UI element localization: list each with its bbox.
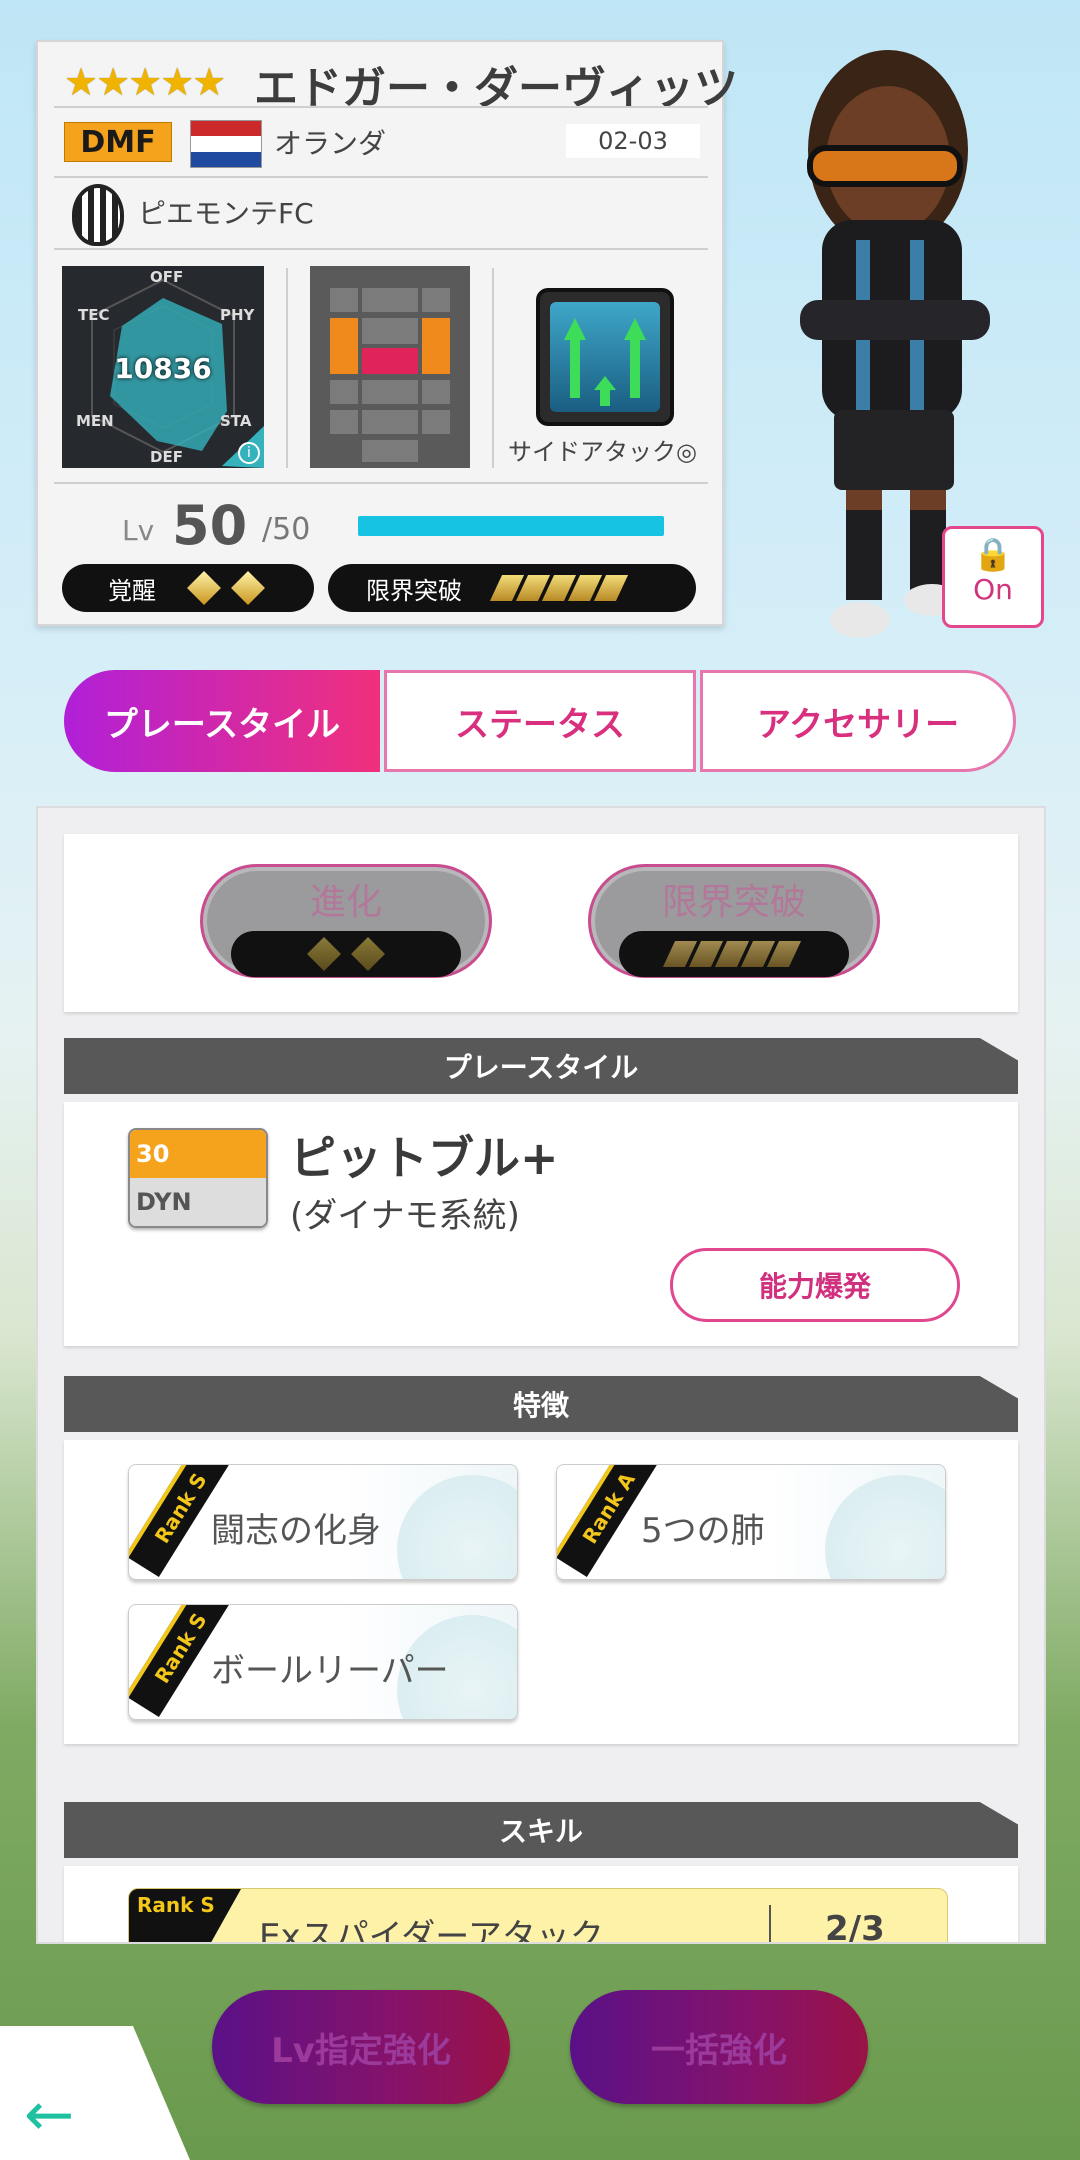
traits-section: Rank S 闘志の化身 Rank A 5つの肺 Rank S ボールリーパー — [64, 1440, 1018, 1744]
style-icon-level: 30 — [130, 1130, 266, 1178]
skill-value: 2/3 — [825, 1909, 885, 1944]
bulk-enhance-button[interactable]: 一括強化 — [570, 1990, 868, 2104]
lock-icon: 🔒 — [973, 535, 1013, 573]
skills-header: スキル — [64, 1802, 1018, 1858]
position-map — [310, 266, 470, 468]
soccer-ball-icon — [825, 1475, 945, 1579]
diamond-icon — [307, 937, 341, 971]
netherlands-flag-icon — [190, 120, 262, 168]
level-max: /50 — [262, 512, 311, 547]
radar-label-phy: PHY — [220, 306, 255, 324]
trait-name: ボールリーパー — [211, 1651, 449, 1691]
style-icon-type: DYN — [130, 1178, 266, 1226]
divider — [54, 248, 708, 250]
rank-badge: Rank S — [129, 1889, 241, 1942]
limit-break-indicator — [619, 931, 849, 977]
playstyle-name: ピットブル+ — [290, 1131, 559, 1185]
divider — [769, 1905, 771, 1942]
level-label: Lv — [122, 514, 155, 547]
evolution-button[interactable]: 進化 — [200, 864, 492, 978]
tab-accessory[interactable]: アクセサリー — [700, 670, 1016, 772]
playstyle-lineage: (ダイナモ系統) — [290, 1196, 520, 1236]
diamond-icon — [187, 571, 221, 605]
trait-card[interactable]: Rank S ボールリーパー — [128, 1604, 518, 1720]
tab-status[interactable]: ステータス — [384, 670, 696, 772]
diamond-icon — [231, 571, 265, 605]
upgrade-section: 進化 限界突破 — [64, 834, 1018, 1012]
radar-label-men: MEN — [76, 412, 114, 430]
side-attack-icon — [536, 288, 674, 426]
radar-label-def: DEF — [150, 448, 183, 466]
tab-playstyle[interactable]: プレースタイル — [64, 670, 380, 772]
playstyle-section: 30 DYN ピットブル+ (ダイナモ系統) 能力爆発 — [64, 1102, 1018, 1346]
traits-header: 特徴 — [64, 1376, 1018, 1432]
limit-break-status: 限界突破 — [328, 564, 696, 612]
divider — [286, 268, 288, 468]
club-crest-icon — [72, 184, 124, 246]
limit-break-button[interactable]: 限界突破 — [588, 864, 880, 978]
awakening-status: 覚醒 — [62, 564, 314, 612]
skill-card[interactable]: Rank S Exスパイダーアタック 2/3 — [128, 1888, 948, 1944]
lock-toggle-button[interactable]: 🔒 On — [942, 526, 1044, 628]
skills-section: Rank S Exスパイダーアタック 2/3 — [64, 1866, 1018, 1944]
evolution-indicator — [231, 931, 461, 977]
radar-label-sta: STA — [220, 412, 252, 430]
player-card: ★★★★★ エドガー・ダーヴィッツ DMF オランダ 02-03 ピエモンテFC… — [36, 40, 738, 626]
playstyle-header: プレースタイル — [64, 1038, 1018, 1094]
ability-burst-button[interactable]: 能力爆発 — [670, 1248, 960, 1322]
arrows-up-icon — [560, 318, 646, 412]
level-value: 50 — [172, 494, 248, 557]
dynamo-style-icon: 30 DYN — [128, 1128, 268, 1228]
radar-label-off: OFF — [150, 268, 184, 286]
lv-enhance-button[interactable]: Lv指定強化 — [212, 1990, 510, 2104]
trait-name: 5つの肺 — [641, 1511, 765, 1551]
overall-score: 10836 — [114, 352, 212, 385]
limit-break-btn-label: 限界突破 — [661, 882, 806, 923]
divider — [54, 482, 708, 484]
diamond-icon — [351, 937, 385, 971]
lock-state: On — [973, 573, 1013, 606]
awakening-label: 覚醒 — [108, 576, 156, 605]
play-style-short: サイドアタック◎ — [508, 438, 697, 466]
divider — [492, 268, 494, 468]
ability-radar[interactable]: OFF TEC PHY MEN STA DEF 10836 i — [62, 266, 264, 468]
divider — [54, 176, 708, 178]
back-arrow-icon[interactable]: ← — [24, 2080, 74, 2150]
skill-name: Exスパイダーアタック — [259, 1917, 604, 1944]
soccer-ball-icon — [397, 1475, 517, 1579]
info-icon[interactable]: i — [238, 442, 260, 464]
trait-card[interactable]: Rank A 5つの肺 — [556, 1464, 946, 1580]
divider — [54, 106, 708, 108]
rarity-stars: ★★★★★ — [64, 60, 226, 104]
limit-break-label: 限界突破 — [366, 576, 462, 605]
radar-label-tec: TEC — [78, 306, 110, 324]
evolution-label: 進化 — [309, 882, 382, 923]
nationality: オランダ — [274, 127, 387, 160]
trait-card[interactable]: Rank S 闘志の化身 — [128, 1464, 518, 1580]
detail-panel[interactable]: 進化 限界突破 プレースタイル 30 DYN ピットブル+ (ダイナモ系統) 能… — [36, 806, 1046, 1944]
position-badge: DMF — [64, 122, 172, 162]
club-name: ピエモンテFC — [138, 197, 314, 230]
trait-name: 闘志の化身 — [211, 1511, 381, 1551]
player-id: 02-03 — [566, 124, 700, 158]
level-progress-bar — [358, 516, 664, 536]
